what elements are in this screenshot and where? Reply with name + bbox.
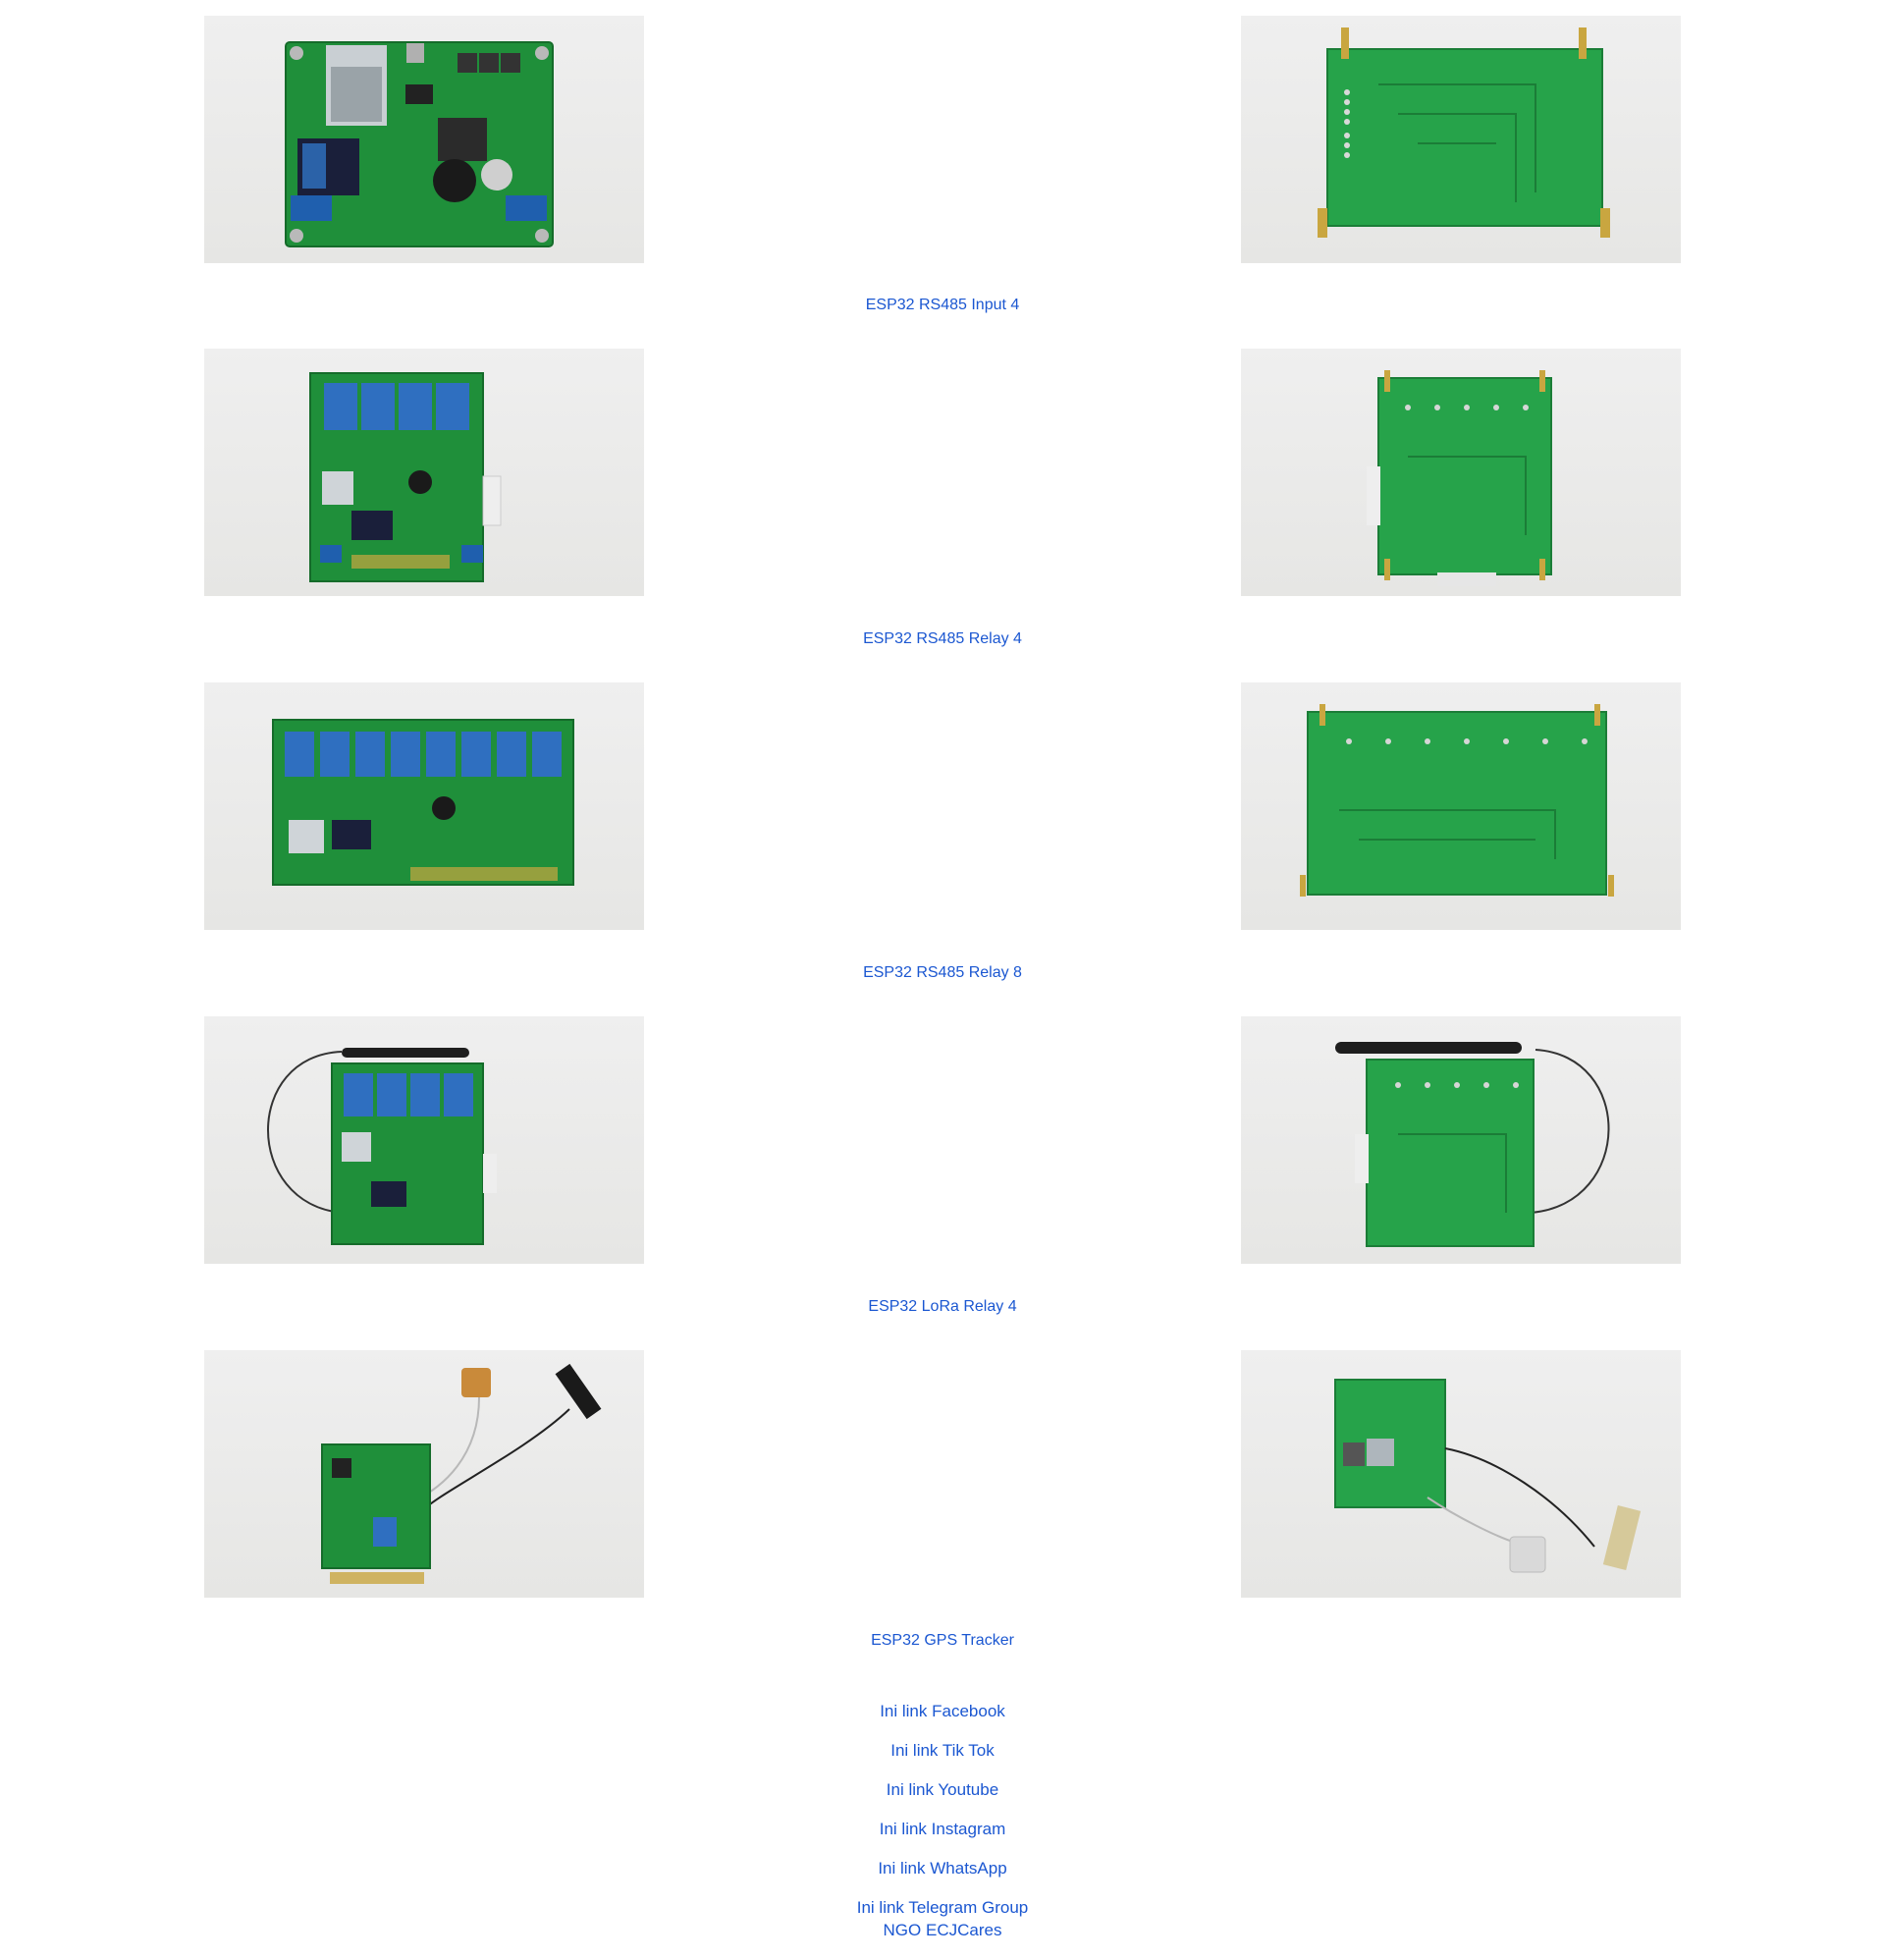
facebook-link[interactable]: Ini link Facebook [0, 1701, 1885, 1722]
product-link[interactable]: ESP32 LoRa Relay 4 [0, 1297, 1885, 1317]
product-link[interactable]: ESP32 GPS Tracker [0, 1631, 1885, 1651]
ngo-ecjcares-link[interactable]: NGO ECJCares [0, 1920, 1885, 1941]
product-front-photo[interactable] [204, 1016, 644, 1264]
product-row [0, 16, 1885, 263]
product-back-photo[interactable] [1241, 349, 1681, 596]
tiktok-link[interactable]: Ini link Tik Tok [0, 1740, 1885, 1762]
product-back-photo[interactable] [1241, 1350, 1681, 1598]
product-link[interactable]: ESP32 RS485 Relay 8 [0, 963, 1885, 983]
product-link[interactable]: ESP32 RS485 Relay 4 [0, 629, 1885, 649]
product-back-photo[interactable] [1241, 16, 1681, 263]
product-front-photo[interactable] [204, 349, 644, 596]
product-link[interactable]: ESP32 RS485 Input 4 [0, 296, 1885, 315]
product-row [0, 682, 1885, 930]
telegram-group-link[interactable]: Ini link Telegram Group [0, 1897, 1885, 1919]
pcb-front-image [309, 372, 502, 582]
whatsapp-link[interactable]: Ini link WhatsApp [0, 1858, 1885, 1879]
product-back-photo[interactable] [1241, 682, 1681, 930]
product-row [0, 349, 1885, 596]
pcb-back-image [1367, 370, 1552, 586]
product-back-photo[interactable] [1241, 1016, 1681, 1264]
pcb-back-image [1335, 1042, 1610, 1247]
pcb-front-image [285, 41, 554, 247]
pcb-back-image [1318, 27, 1610, 238]
instagram-link[interactable]: Ini link Instagram [0, 1819, 1885, 1840]
product-front-photo[interactable] [204, 1350, 644, 1598]
product-front-photo[interactable] [204, 682, 644, 930]
pcb-front-image [321, 1363, 602, 1584]
pcb-back-image [1300, 704, 1614, 897]
pcb-front-image [272, 719, 574, 886]
product-front-photo[interactable] [204, 16, 644, 263]
product-row [0, 1350, 1885, 1598]
pcb-front-image [267, 1048, 497, 1245]
youtube-link[interactable]: Ini link Youtube [0, 1779, 1885, 1801]
pcb-back-image [1334, 1379, 1642, 1573]
product-row [0, 1016, 1885, 1264]
